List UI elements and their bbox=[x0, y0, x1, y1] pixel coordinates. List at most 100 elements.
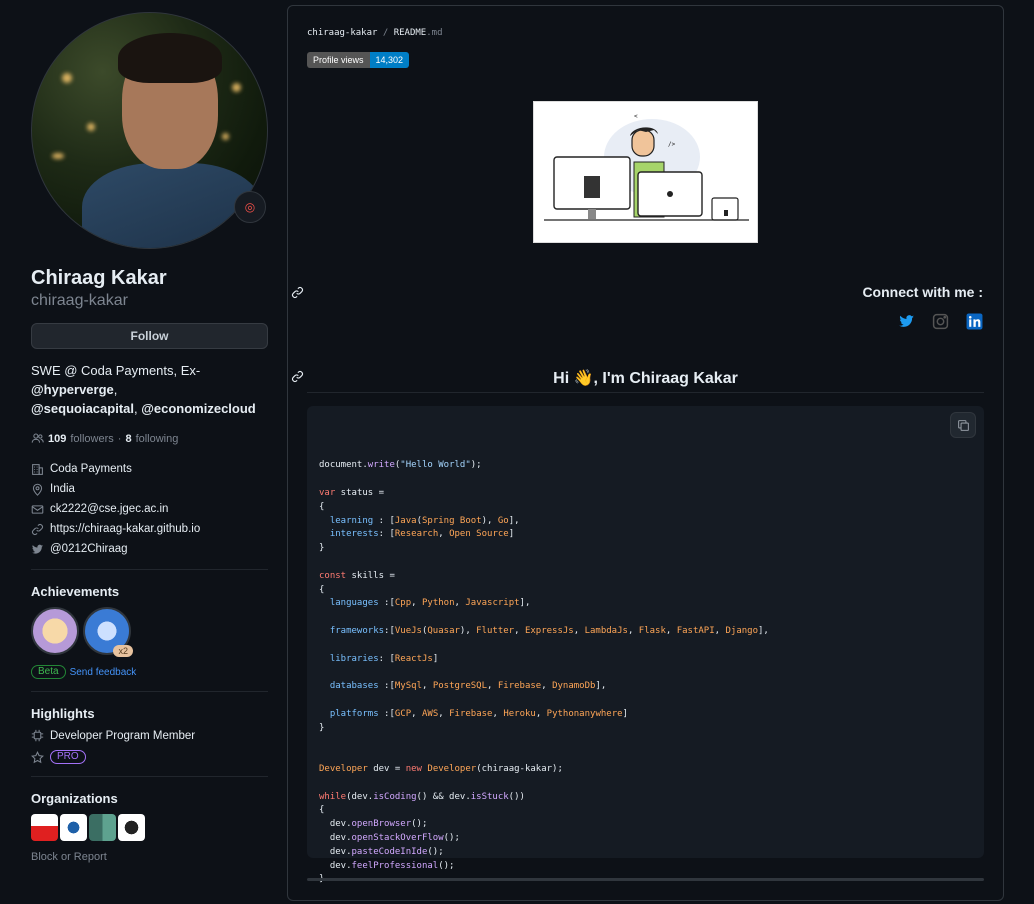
beta-feedback-row: Beta Send feedback bbox=[31, 665, 268, 679]
highlights-title: Highlights bbox=[31, 706, 95, 721]
detail-location: India bbox=[31, 479, 268, 499]
developer-illustration: < /> bbox=[533, 101, 758, 243]
company-text: Coda Payments bbox=[50, 463, 132, 475]
code-line: dev.feelProfessional(); bbox=[319, 860, 455, 871]
org-avatar-4[interactable] bbox=[118, 814, 145, 841]
follow-button[interactable]: Follow bbox=[31, 323, 268, 349]
block-or-report-link[interactable]: Block or Report bbox=[31, 851, 268, 863]
code-lines: document.write("Hello World");​var statu… bbox=[319, 459, 972, 887]
badge-multiplier: x2 bbox=[113, 645, 133, 657]
avatar[interactable] bbox=[31, 12, 268, 249]
organization-list bbox=[31, 814, 268, 841]
breadcrumb-extension: .md bbox=[426, 28, 443, 38]
copy-button[interactable] bbox=[950, 412, 976, 438]
code-line: ​ bbox=[319, 666, 972, 680]
org-avatar-2[interactable] bbox=[60, 814, 87, 841]
followers-label[interactable]: followers bbox=[70, 433, 113, 445]
code-line: dev.openStackOverFlow(); bbox=[319, 832, 460, 843]
detail-twitter[interactable]: @0212Chiraag bbox=[31, 539, 268, 559]
linkedin-icon[interactable] bbox=[965, 312, 983, 330]
org-avatar-3[interactable] bbox=[89, 814, 116, 841]
code-line: ​ bbox=[319, 556, 972, 570]
code-line: const skills = bbox=[319, 570, 395, 581]
code-line: languages :[Cpp, Python, Javascript], bbox=[329, 598, 531, 609]
profile-bio: SWE @ Coda Payments, Ex- @hyperverge, @se… bbox=[31, 361, 268, 418]
achievement-badge-pull-shark[interactable]: x2 bbox=[83, 607, 133, 657]
cpu-icon bbox=[31, 729, 44, 742]
beta-label: Beta bbox=[31, 665, 66, 679]
readme-panel: chiraag-kakar / README.md Profile views … bbox=[287, 5, 1004, 901]
profile-name: Chiraag Kakar bbox=[31, 267, 167, 289]
profile-sidebar: ◎ Chiraag Kakar chiraag-kakar Follow SWE… bbox=[31, 12, 268, 863]
org-fossasia-avatar[interactable] bbox=[31, 814, 58, 841]
detail-email[interactable]: ck2222@cse.jgec.ac.in bbox=[31, 499, 268, 519]
code-line: dev.pasteCodeInIde(); bbox=[319, 846, 444, 857]
code-line: Developer dev = new Developer(chiraag-ka… bbox=[319, 763, 563, 774]
detail-company: Coda Payments bbox=[31, 459, 268, 479]
code-line: dev.openBrowser(); bbox=[319, 819, 428, 830]
bio-link-hyperverge[interactable]: @hyperverge bbox=[31, 382, 114, 397]
organizations-title: Organizations bbox=[31, 791, 118, 806]
code-line: interests: [Research, Open Source] bbox=[329, 529, 515, 540]
followers-count[interactable]: 109 bbox=[48, 433, 66, 445]
code-block: document.write("Hello World");​var statu… bbox=[307, 406, 984, 884]
code-line: ​ bbox=[319, 694, 972, 708]
code-line: ​ bbox=[319, 749, 972, 763]
bio-link-economizecloud[interactable]: @economizecloud bbox=[141, 401, 256, 416]
code-line: ​ bbox=[319, 473, 972, 487]
code-line: } bbox=[319, 722, 325, 733]
location-text: India bbox=[50, 483, 75, 495]
highlight-text: Developer Program Member bbox=[50, 729, 196, 742]
breadcrumb-separator: / bbox=[377, 28, 394, 38]
bio-link-sequoiacapital[interactable]: @sequoiacapital bbox=[31, 401, 134, 416]
twitter-icon[interactable] bbox=[897, 312, 915, 330]
email-link[interactable]: ck2222@cse.jgec.ac.in bbox=[50, 503, 168, 515]
achievement-badges: x2 bbox=[31, 607, 268, 657]
anchor-link-icon[interactable] bbox=[291, 286, 305, 300]
code-line: var status = bbox=[319, 487, 385, 498]
mail-icon bbox=[31, 503, 44, 516]
twitter-bird-icon bbox=[31, 543, 44, 556]
svg-text:<: < bbox=[634, 113, 638, 120]
website-link[interactable]: https://chiraag-kakar.github.io bbox=[50, 523, 200, 535]
connect-heading: Connect with me : bbox=[862, 284, 983, 300]
heading-underline bbox=[307, 392, 984, 393]
organization-icon bbox=[31, 463, 44, 476]
horizontal-scrollbar[interactable] bbox=[307, 878, 984, 881]
code-line: while(dev.isCoding() && dev.isStuck()) bbox=[319, 791, 525, 802]
send-feedback-link[interactable]: Send feedback bbox=[70, 667, 137, 678]
highlight-developer-program: Developer Program Member bbox=[31, 729, 268, 742]
profile-views-badge[interactable]: Profile views 14,302 bbox=[307, 52, 410, 68]
detail-website[interactable]: https://chiraag-kakar.github.io bbox=[31, 519, 268, 539]
divider bbox=[31, 569, 268, 570]
code-line: libraries: [ReactJs] bbox=[329, 653, 439, 664]
breadcrumb-file[interactable]: README bbox=[394, 28, 427, 38]
code-line: { bbox=[319, 805, 325, 816]
code-line: { bbox=[319, 584, 325, 595]
anchor-link-icon[interactable] bbox=[291, 370, 305, 384]
following-label[interactable]: following bbox=[136, 433, 179, 445]
profile-views-label: Profile views bbox=[307, 52, 370, 68]
breadcrumb-owner[interactable]: chiraag-kakar bbox=[307, 28, 377, 38]
readme-greeting-heading: Hi 👋, I'm Chiraag Kakar bbox=[553, 370, 738, 387]
link-icon bbox=[31, 523, 44, 536]
achievements-title[interactable]: Achievements bbox=[31, 584, 268, 599]
instagram-icon[interactable] bbox=[931, 312, 949, 330]
status-target-icon[interactable]: ◎ bbox=[234, 191, 266, 223]
bio-comma: , bbox=[113, 382, 118, 397]
pro-badge: PRO bbox=[50, 750, 86, 764]
code-line: learning : [Java(Spring Boot), Go], bbox=[329, 515, 520, 526]
code-line: ​ bbox=[319, 639, 972, 653]
code-line: ​ bbox=[319, 611, 972, 625]
svg-text:/>: /> bbox=[668, 141, 676, 148]
profile-details: Coda Payments India ck2222@cse.jgec.ac.i… bbox=[31, 459, 268, 559]
code-line: ​ bbox=[319, 735, 972, 749]
divider bbox=[31, 691, 268, 692]
following-count[interactable]: 8 bbox=[125, 433, 131, 445]
star-icon bbox=[31, 750, 44, 764]
profile-views-count: 14,302 bbox=[369, 52, 410, 68]
code-line: { bbox=[319, 501, 325, 512]
twitter-link[interactable]: @0212Chiraag bbox=[50, 543, 128, 555]
follow-stats: 109 followers · 8 following bbox=[31, 432, 268, 445]
achievement-badge-quickdraw[interactable] bbox=[31, 607, 79, 655]
